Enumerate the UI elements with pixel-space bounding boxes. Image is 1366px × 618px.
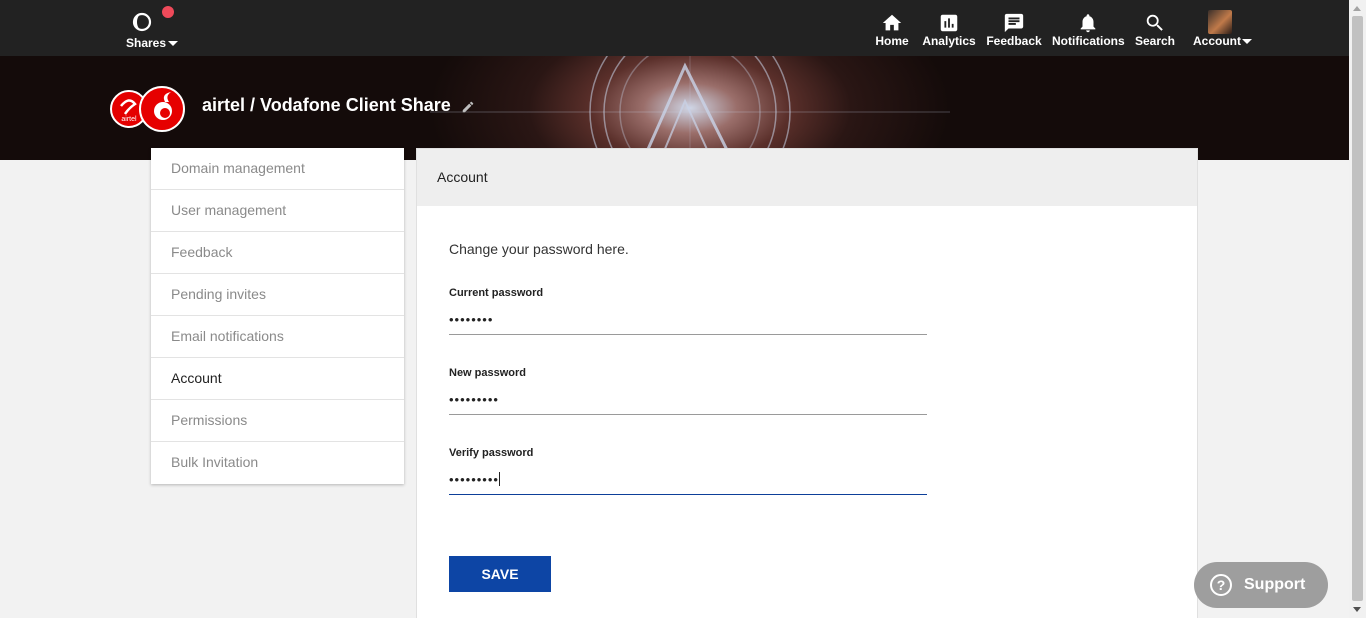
avatar	[1208, 10, 1232, 34]
chevron-down-icon	[168, 41, 178, 46]
sidebar-item-domain-management[interactable]: Domain management	[151, 148, 404, 190]
shares-logo-icon	[132, 12, 152, 32]
bell-icon	[1080, 14, 1096, 33]
banner-artwork	[430, 56, 950, 160]
support-button[interactable]: ? Support	[1194, 562, 1328, 608]
analytics-icon	[940, 14, 958, 32]
verify-password-value: •••••••••	[449, 472, 499, 487]
sidebar-item-permissions[interactable]: Permissions	[151, 400, 404, 442]
nav-analytics-label: Analytics	[922, 34, 976, 48]
verify-password-field: Verify password •••••••••	[449, 447, 927, 495]
new-password-label: New password	[449, 367, 527, 379]
nav-feedback[interactable]: Feedback	[986, 0, 1042, 56]
verify-password-input[interactable]: •••••••••	[449, 469, 927, 495]
current-password-input[interactable]: ••••••••	[449, 309, 927, 335]
nav-search[interactable]: Search	[1134, 0, 1176, 56]
search-icon	[1146, 14, 1163, 31]
nav-account[interactable]: Account	[1188, 0, 1254, 56]
sidebar-item-email-notifications[interactable]: Email notifications	[151, 316, 404, 358]
help-icon: ?	[1210, 574, 1232, 596]
new-password-input[interactable]: •••••••••	[449, 389, 927, 415]
nav-home-label: Home	[875, 34, 909, 48]
nav-home[interactable]: Home	[872, 0, 912, 56]
sidebar-item-feedback[interactable]: Feedback	[151, 232, 404, 274]
scroll-down-arrow-icon[interactable]	[1353, 607, 1361, 612]
save-button[interactable]: SAVE	[449, 556, 551, 592]
settings-sidebar: Domain management User management Feedba…	[151, 148, 404, 484]
current-password-label: Current password	[449, 287, 544, 299]
text-cursor	[498, 472, 500, 486]
nav-notifications[interactable]: Notifications	[1052, 0, 1125, 56]
notification-dot	[162, 6, 174, 18]
chevron-down-icon	[1242, 39, 1252, 44]
pencil-icon[interactable]	[461, 100, 475, 114]
sidebar-item-user-management[interactable]: User management	[151, 190, 404, 232]
sidebar-item-bulk-invitation[interactable]: Bulk Invitation	[151, 442, 404, 484]
feedback-icon	[1004, 13, 1024, 33]
share-title: airtel / Vodafone Client Share	[202, 95, 451, 115]
scrollbar-thumb[interactable]	[1352, 16, 1363, 601]
nav-search-label: Search	[1134, 34, 1176, 48]
account-panel: Account Change your password here. Curre…	[416, 148, 1198, 618]
shares-label: Shares	[126, 36, 167, 50]
nav-feedback-label: Feedback	[986, 34, 1042, 48]
nav-analytics[interactable]: Analytics	[922, 0, 976, 56]
panel-title: Account	[417, 149, 1197, 206]
sidebar-item-pending-invites[interactable]: Pending invites	[151, 274, 404, 316]
current-password-field: Current password ••••••••	[449, 287, 927, 335]
new-password-field: New password •••••••••	[449, 367, 927, 415]
shares-menu[interactable]: Shares	[118, 6, 188, 52]
home-icon	[882, 14, 902, 31]
nav-notifications-label: Notifications	[1052, 34, 1125, 48]
panel-intro-text: Change your password here.	[449, 241, 629, 257]
scroll-up-arrow-icon[interactable]	[1353, 6, 1361, 11]
sidebar-item-account[interactable]: Account	[151, 358, 404, 400]
vertical-scrollbar[interactable]	[1349, 0, 1366, 618]
svg-text:airtel: airtel	[121, 116, 137, 123]
verify-password-label: Verify password	[449, 447, 534, 459]
client-share-logo: airtel	[110, 86, 185, 132]
top-navigation-bar: Shares Home Analytics Feedback Notificat…	[0, 0, 1349, 56]
support-label: Support	[1244, 576, 1306, 593]
